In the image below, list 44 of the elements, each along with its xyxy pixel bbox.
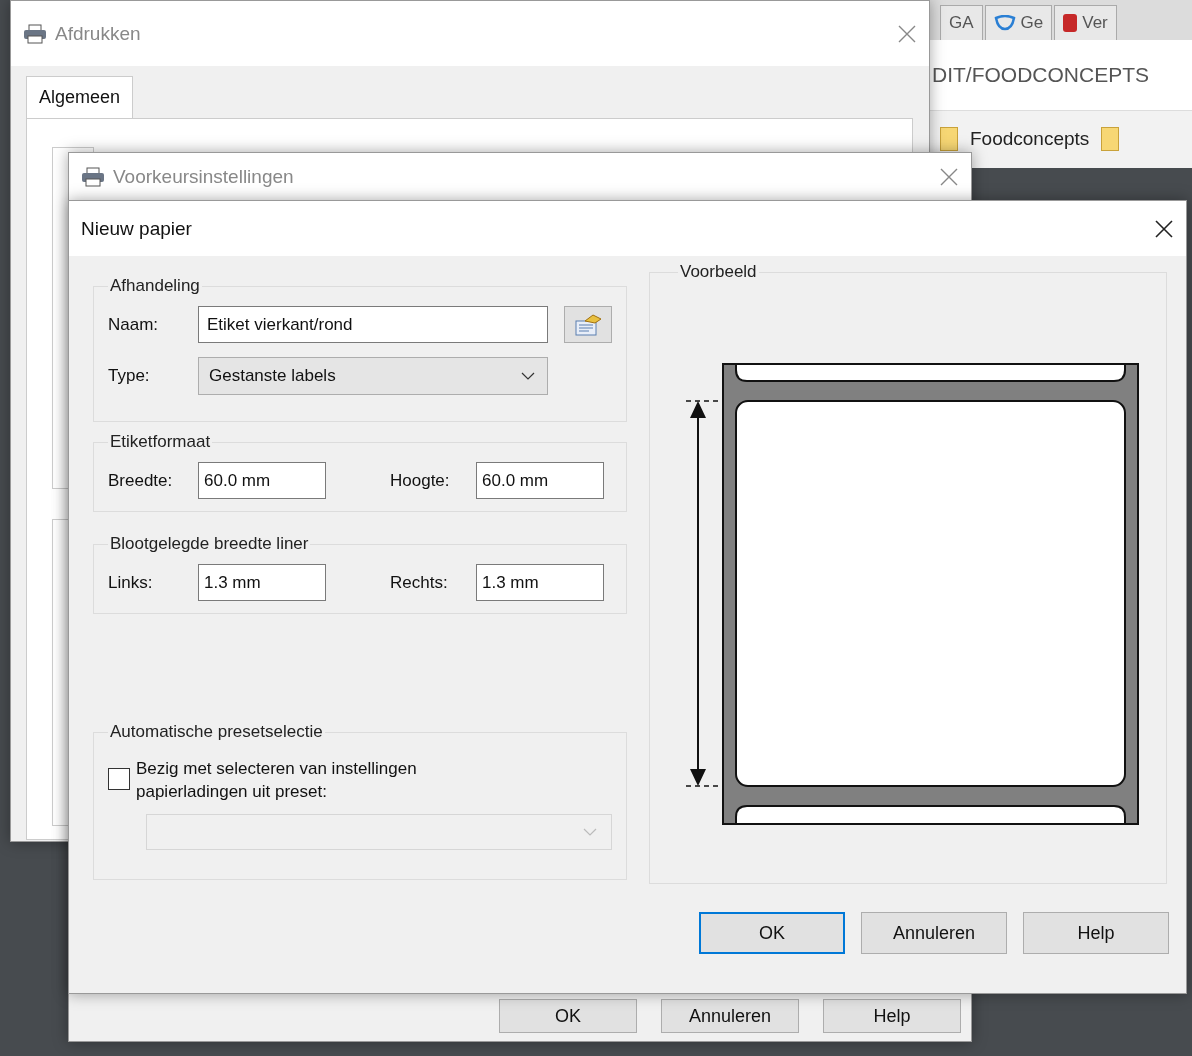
measurement-field[interactable]: 1.3 mm [476, 564, 604, 601]
folder-icon [940, 127, 958, 151]
cup-icon [993, 15, 1016, 31]
bookmark-link[interactable]: Foodconcepts [970, 128, 1090, 150]
dialog-title: Nieuw papier [81, 217, 192, 240]
name-field[interactable]: Etiket vierkant/rond [198, 306, 548, 343]
browser-tab[interactable]: GA [940, 5, 983, 40]
group-label: Etiketformaat [109, 432, 212, 452]
close-icon[interactable] [1154, 218, 1174, 239]
field-label: Rechts: [390, 572, 449, 593]
printer-icon [81, 167, 105, 187]
field-label: Links: [108, 572, 154, 593]
checkbox-label: Bezig met selecteren van instellingen papierladingen uit preset: [136, 758, 418, 803]
field-label: Naam: [108, 314, 160, 335]
group-label: Afhandeling [109, 276, 201, 296]
measurement-field[interactable]: 1.3 mm [198, 564, 326, 601]
properties-button[interactable] [564, 306, 612, 343]
chevron-down-icon [521, 372, 535, 380]
checkbox[interactable] [108, 768, 130, 790]
chevron-down-icon [583, 827, 597, 836]
type-dropdown[interactable]: Gestanste labels [198, 357, 548, 395]
window-title: Afdrukken [55, 22, 141, 45]
dialog-button[interactable]: Annuleren [661, 999, 799, 1033]
folder-icon [1101, 127, 1120, 151]
dialog-button[interactable]: Annuleren [861, 912, 1007, 954]
window-title: Voorkeursinstellingen [113, 166, 294, 188]
browser-tab[interactable]: Ver [1054, 5, 1117, 40]
properties-icon [573, 312, 603, 337]
dialog-button[interactable]: Help [823, 999, 961, 1033]
browser-tab[interactable]: Ge [984, 5, 1053, 40]
field-label: Breedte: [108, 470, 174, 491]
printer-icon [23, 23, 47, 44]
group-label: Automatische presetselectie [109, 722, 324, 742]
tab[interactable]: Algemeen [26, 76, 134, 118]
group-label: Blootgelegde breedte liner [109, 534, 310, 554]
field-label: Hoogte: [390, 470, 451, 491]
group-label: Voorbeeld [679, 262, 758, 282]
measurement-field[interactable]: 60.0 mm [198, 462, 326, 499]
dialog-button[interactable]: OK [699, 912, 845, 954]
measurement-field[interactable]: 60.0 mm [476, 462, 604, 499]
dialog-button[interactable]: Help [1023, 912, 1169, 954]
dialog-button[interactable]: OK [499, 999, 637, 1033]
field-label: Type: [108, 366, 151, 386]
address-bar[interactable]: DIT/FOODCONCEPTS [930, 40, 1192, 111]
